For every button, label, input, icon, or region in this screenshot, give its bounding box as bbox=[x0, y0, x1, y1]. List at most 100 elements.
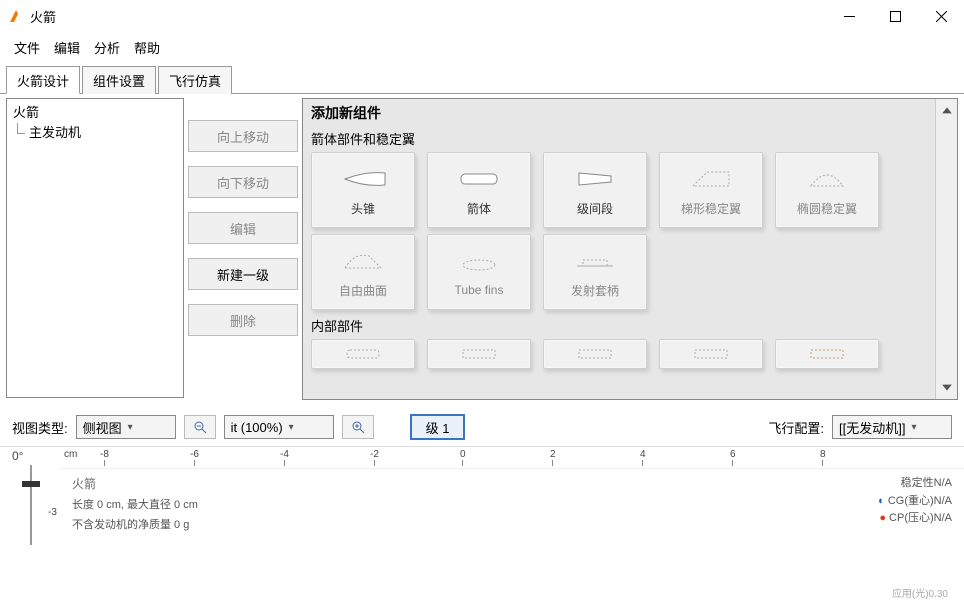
zoom-select[interactable]: it (100%) ▾ bbox=[224, 415, 334, 439]
zoom-out-button[interactable] bbox=[184, 415, 216, 439]
palette-title: 添加新组件 bbox=[311, 103, 927, 123]
plot-canvas[interactable]: 火箭 长度 0 cm, 最大直径 0 cm 不含发动机的净质量 0 g 稳定性N… bbox=[60, 469, 964, 602]
comp-label: 梯形稳定翼 bbox=[681, 200, 741, 217]
engine-block-icon bbox=[799, 344, 855, 364]
plot-rocket-name: 火箭 bbox=[72, 475, 952, 492]
plot-area: cm -8 -6 -4 -2 0 2 4 6 8 火箭 长度 0 cm, 最大直… bbox=[60, 447, 964, 602]
comp-label: 箭体 bbox=[467, 200, 491, 217]
menu-file[interactable]: 文件 bbox=[10, 36, 44, 59]
comp-nose-cone[interactable]: 头锥 bbox=[311, 152, 415, 228]
edit-button[interactable]: 编辑 bbox=[188, 212, 298, 244]
flight-config-select[interactable]: [[无发动机]] ▾ bbox=[832, 415, 952, 439]
tube-fins-icon bbox=[451, 247, 507, 277]
freeform-fin-icon bbox=[335, 246, 391, 276]
plot-stats: 稳定性N/A ◐ CG(重心)N/A ● CP(压心)N/A bbox=[878, 475, 952, 528]
comp-transition[interactable]: 级间段 bbox=[543, 152, 647, 228]
section-body-parts: 箭体部件和稳定翼 bbox=[311, 129, 927, 148]
angle-value: 0° bbox=[12, 449, 23, 463]
scroll-up-icon[interactable] bbox=[941, 105, 953, 117]
comp-trapezoid-fin[interactable]: 梯形稳定翼 bbox=[659, 152, 763, 228]
chevron-down-icon: ▾ bbox=[128, 422, 133, 433]
menu-analyze[interactable]: 分析 bbox=[90, 36, 124, 59]
comp-freeform-fin[interactable]: 自由曲面 bbox=[311, 234, 415, 310]
plot-mass: 不含发动机的净质量 0 g bbox=[72, 516, 952, 532]
transition-icon bbox=[567, 164, 623, 194]
comp-body-tube[interactable]: 箭体 bbox=[427, 152, 531, 228]
comp-label: 级间段 bbox=[577, 200, 613, 217]
tab-sim[interactable]: 飞行仿真 bbox=[158, 66, 232, 94]
component-palette: 添加新组件 箭体部件和稳定翼 头锥 箭体 bbox=[302, 98, 958, 400]
zoom-in-button[interactable] bbox=[342, 415, 374, 439]
close-button[interactable] bbox=[918, 0, 964, 32]
comp-label: 头锥 bbox=[351, 200, 375, 217]
menu-bar: 文件 编辑 分析 帮助 bbox=[0, 32, 964, 65]
app-icon bbox=[8, 8, 24, 24]
component-tree[interactable]: 火箭 主发动机 bbox=[6, 98, 184, 398]
ruler-tick: -6 bbox=[190, 449, 199, 466]
comp-inner-5[interactable] bbox=[775, 339, 879, 369]
stage-label: 级 1 bbox=[426, 418, 450, 437]
body-parts-grid-2: 自由曲面 Tube fins 发射套柄 bbox=[311, 234, 927, 310]
palette-scrollbar[interactable] bbox=[935, 99, 957, 399]
tab-config[interactable]: 组件设置 bbox=[82, 66, 156, 94]
stage-button[interactable]: 级 1 bbox=[410, 414, 466, 440]
launch-lug-icon bbox=[567, 246, 623, 276]
ruler-tick: 8 bbox=[820, 449, 826, 466]
section-inner-parts: 内部部件 bbox=[311, 316, 927, 335]
comp-label: 发射套柄 bbox=[571, 282, 619, 299]
v-tick: -3 bbox=[48, 507, 57, 518]
flight-config-label: 飞行配置: bbox=[768, 418, 824, 437]
angle-slider-knob[interactable] bbox=[22, 481, 40, 487]
trapezoid-fin-icon bbox=[683, 164, 739, 194]
select-value: it (100%) bbox=[231, 420, 283, 435]
comp-inner-1[interactable] bbox=[311, 339, 415, 369]
comp-inner-2[interactable] bbox=[427, 339, 531, 369]
plot-dimensions: 长度 0 cm, 最大直径 0 cm bbox=[72, 496, 952, 512]
ruler-tick: 2 bbox=[550, 449, 556, 466]
comp-inner-3[interactable] bbox=[543, 339, 647, 369]
nose-cone-icon bbox=[335, 164, 391, 194]
main-tabs: 火箭设计 组件设置 飞行仿真 bbox=[0, 65, 964, 94]
chevron-down-icon: ▾ bbox=[911, 422, 916, 433]
ruler-tick: 4 bbox=[640, 449, 646, 466]
comp-inner-4[interactable] bbox=[659, 339, 763, 369]
minimize-button[interactable] bbox=[826, 0, 872, 32]
centering-ring-icon bbox=[567, 344, 623, 364]
angle-slider-track[interactable] bbox=[30, 465, 32, 545]
ruler-unit: cm bbox=[64, 449, 77, 460]
ruler-tick: 6 bbox=[730, 449, 736, 466]
view-toolbar: 视图类型: 侧视图 ▾ it (100%) ▾ 级 1 飞行配置: [[无发动机… bbox=[0, 404, 964, 446]
tree-item-engine[interactable]: 主发动机 bbox=[13, 123, 177, 143]
view-type-label: 视图类型: bbox=[12, 418, 68, 437]
cg-value: CG(重心)N/A bbox=[888, 495, 952, 507]
tree-root[interactable]: 火箭 bbox=[13, 103, 177, 123]
stability-value: 稳定性N/A bbox=[878, 475, 952, 493]
new-stage-button[interactable]: 新建一级 bbox=[188, 258, 298, 290]
menu-edit[interactable]: 编辑 bbox=[50, 36, 84, 59]
cg-dot-icon: ◐ bbox=[878, 495, 885, 507]
cp-dot-icon: ● bbox=[879, 512, 886, 524]
inner-tube-icon bbox=[335, 344, 391, 364]
vertical-ruler: 0° -3 bbox=[0, 447, 60, 602]
delete-button[interactable]: 删除 bbox=[188, 304, 298, 336]
design-area: 火箭 主发动机 向上移动 向下移动 编辑 新建一级 删除 添加新组件 箭体部件和… bbox=[0, 94, 964, 404]
comp-label: 自由曲面 bbox=[339, 282, 387, 299]
select-value: 侧视图 bbox=[83, 418, 122, 437]
scroll-down-icon[interactable] bbox=[941, 381, 953, 393]
tree-button-column: 向上移动 向下移动 编辑 新建一级 删除 bbox=[188, 98, 298, 400]
cp-value: CP(压心)N/A bbox=[889, 512, 952, 524]
comp-tube-fins[interactable]: Tube fins bbox=[427, 234, 531, 310]
move-down-button[interactable]: 向下移动 bbox=[188, 166, 298, 198]
move-up-button[interactable]: 向上移动 bbox=[188, 120, 298, 152]
maximize-button[interactable] bbox=[872, 0, 918, 32]
menu-help[interactable]: 帮助 bbox=[130, 36, 164, 59]
horizontal-ruler: cm -8 -6 -4 -2 0 2 4 6 8 bbox=[60, 447, 964, 469]
elliptical-fin-icon bbox=[799, 164, 855, 194]
comp-launch-lug[interactable]: 发射套柄 bbox=[543, 234, 647, 310]
tab-design[interactable]: 火箭设计 bbox=[6, 66, 80, 94]
view-type-select[interactable]: 侧视图 ▾ bbox=[76, 415, 176, 439]
comp-label: 椭圆稳定翼 bbox=[797, 200, 857, 217]
title-bar: 火箭 bbox=[0, 0, 964, 32]
coupler-icon bbox=[451, 344, 507, 364]
comp-elliptical-fin[interactable]: 椭圆稳定翼 bbox=[775, 152, 879, 228]
